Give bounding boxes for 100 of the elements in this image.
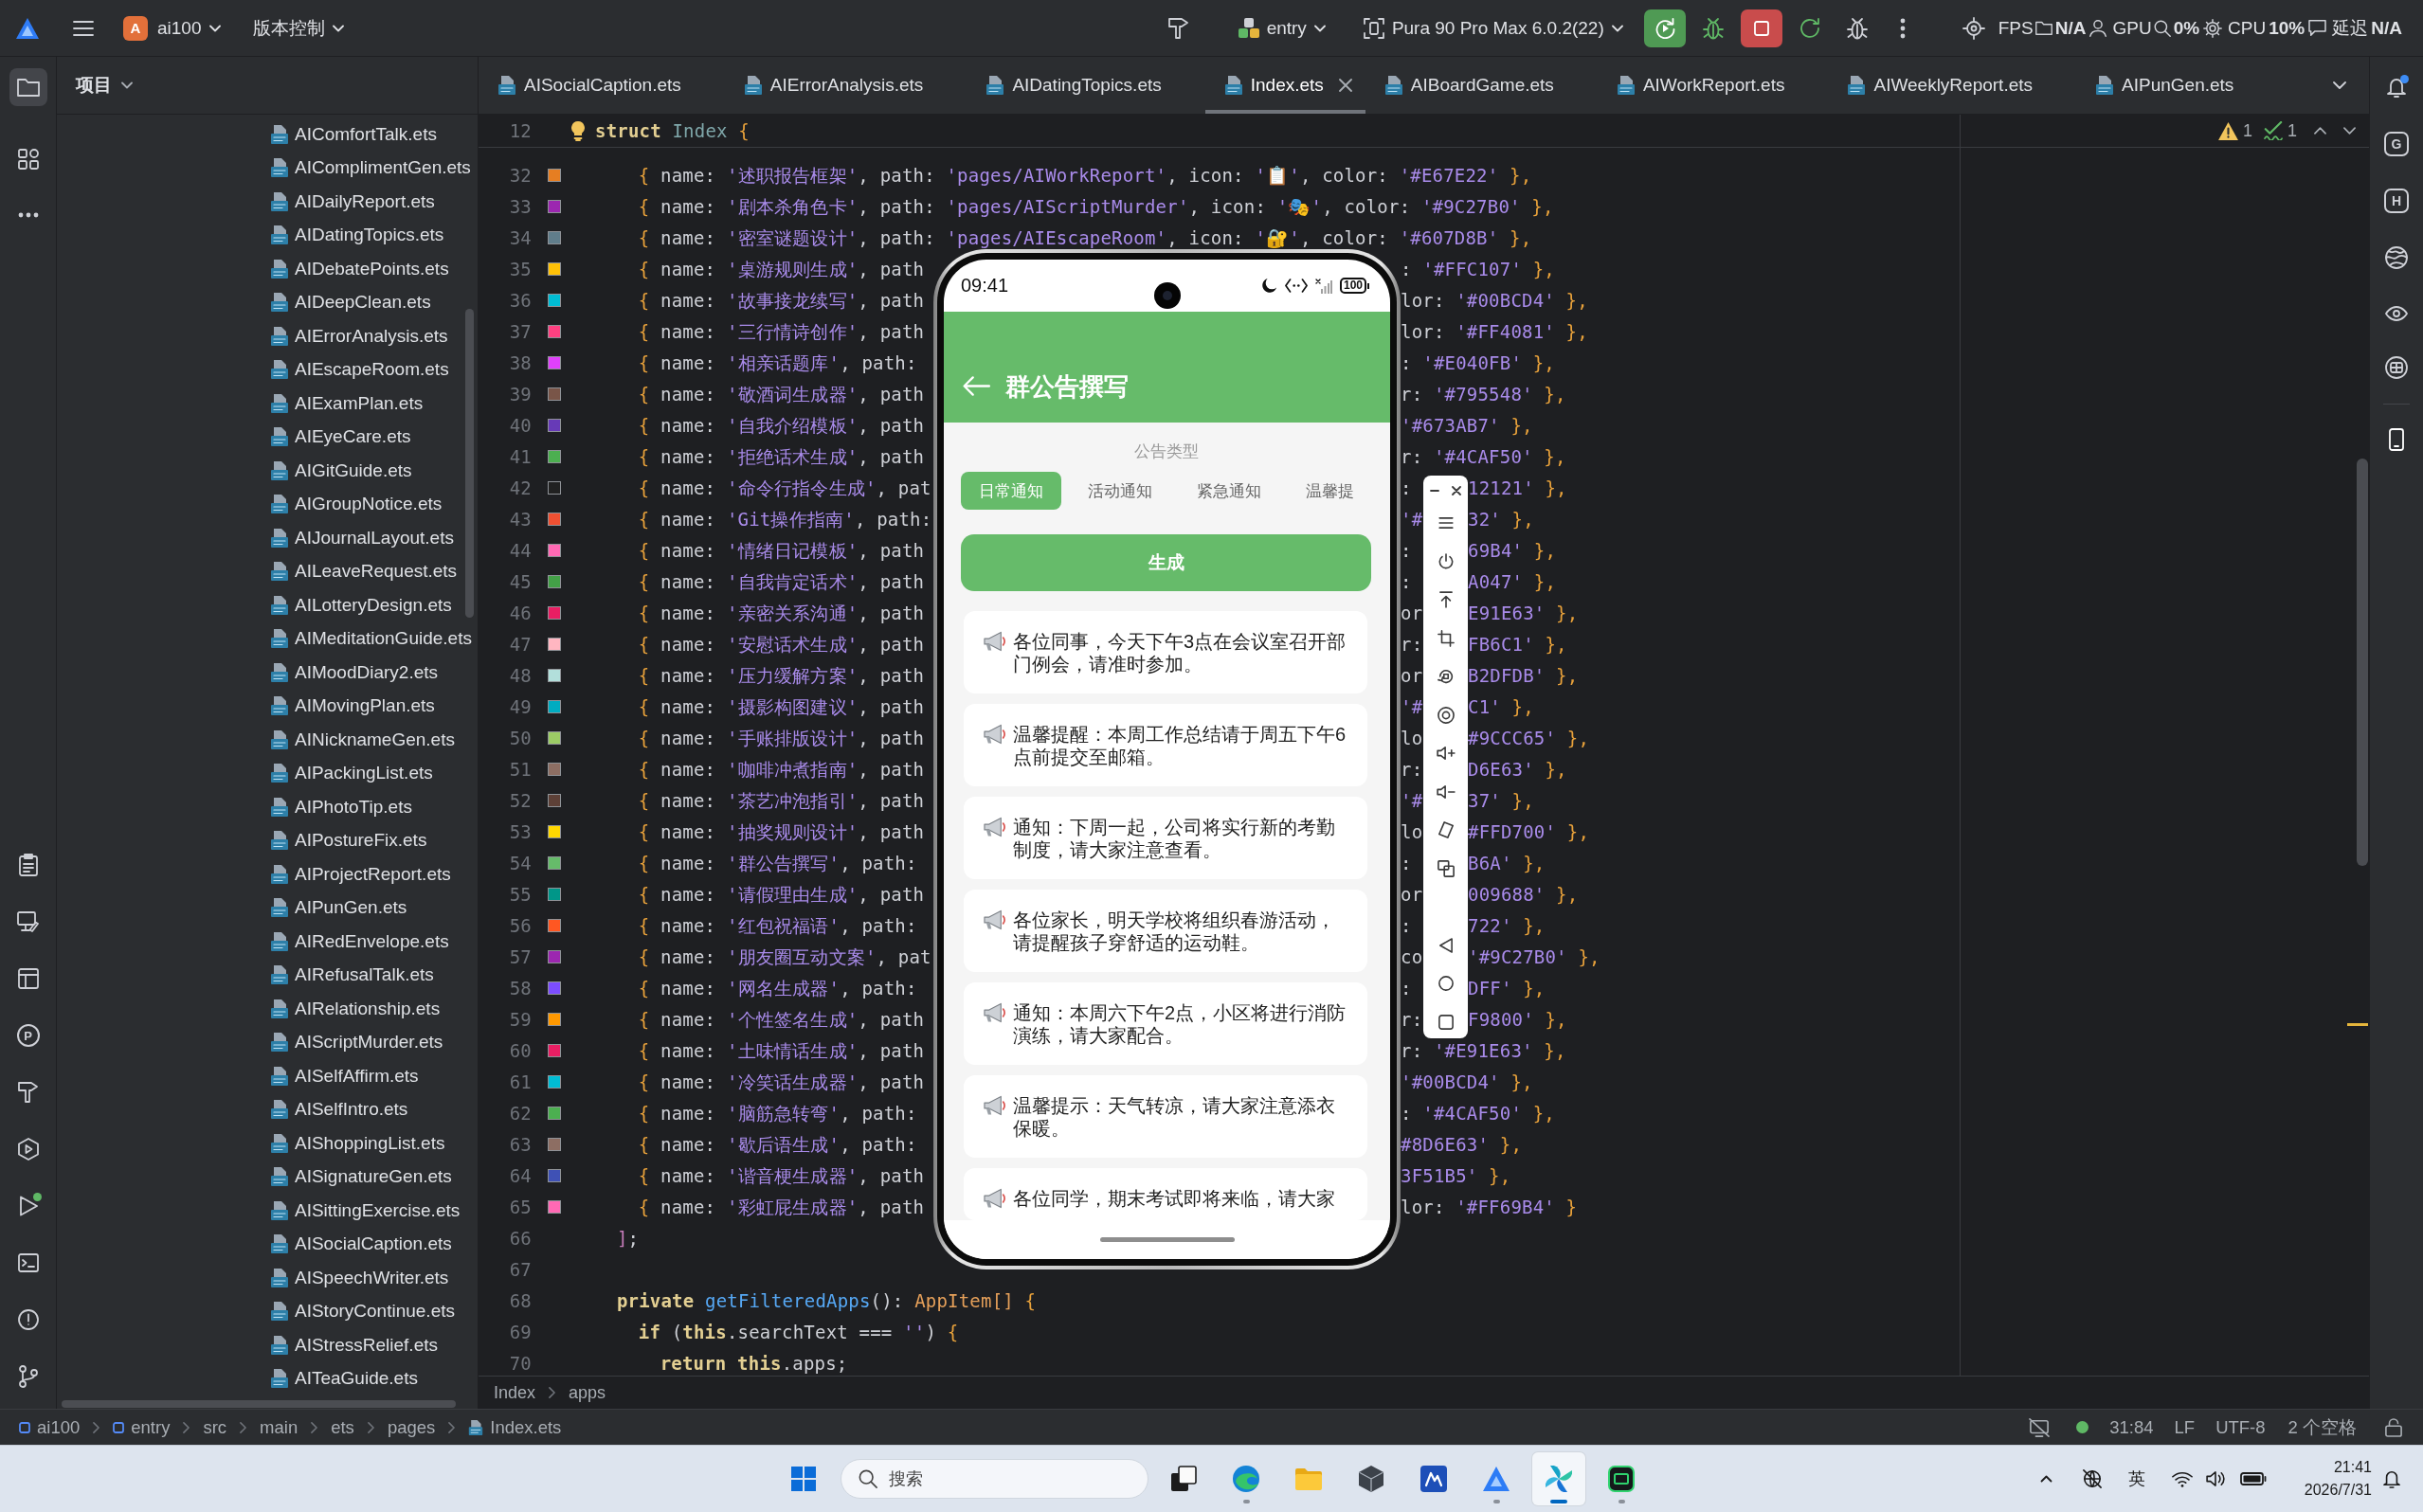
file-item[interactable]: AIRedEnvelope.ets [270, 925, 449, 959]
file-item[interactable]: AINicknameGen.ets [270, 723, 455, 757]
file-item[interactable]: AIComplimentGen.ets [270, 151, 471, 185]
notice-card[interactable]: 各位家长，明天学校将组织春游活动，请提醒孩子穿舒适的运动鞋。 [964, 890, 1367, 972]
sidebar-button[interactable] [9, 68, 47, 106]
file-item[interactable]: AISocialCaption.ets [270, 1227, 452, 1261]
scrollbar[interactable] [2357, 459, 2368, 866]
editor-tab[interactable]: AISocialCaption.ets [479, 57, 725, 114]
file-item[interactable]: AIProjectReport.ets [270, 857, 451, 891]
file-item[interactable]: AIRefusalTalk.ets [270, 958, 434, 992]
play-icon[interactable] [18, 1196, 38, 1216]
rotate-arrow-icon[interactable] [1437, 668, 1455, 686]
battery-icon[interactable] [2239, 1472, 2267, 1485]
file-item[interactable]: AISelfAffirm.ets [270, 1059, 419, 1093]
lightbulb-icon[interactable] [570, 120, 586, 141]
input-method[interactable]: 英 [2127, 1467, 2145, 1490]
bug-icon[interactable] [1702, 16, 1724, 40]
file-item[interactable]: AIExamPlan.ets [270, 387, 424, 421]
hammer-icon[interactable] [17, 1081, 39, 1104]
more-icon[interactable] [17, 212, 39, 218]
file-item[interactable]: AIJournalLayout.ets [270, 521, 454, 555]
project-selector[interactable]: ai100 [152, 9, 226, 47]
stop-button[interactable] [1740, 9, 1782, 47]
file-item[interactable]: AIRelationship.ets [270, 992, 441, 1026]
speaker-minus-icon[interactable] [1436, 783, 1456, 800]
type-chip[interactable]: 温馨提 [1288, 472, 1372, 510]
notice-card[interactable]: 通知：下周一起，公司将实行新的考勤制度，请大家注意查看。 [964, 797, 1367, 879]
arrow-up-bar-icon[interactable] [1438, 591, 1453, 609]
folder-icon[interactable] [2034, 21, 2052, 35]
notice-card[interactable]: 各位同事，今天下午3点在会议室召开部门例会，请准时参加。 [964, 611, 1367, 693]
scrollbar[interactable] [465, 309, 474, 618]
wifi-icon[interactable] [2171, 1470, 2193, 1487]
breadcrumb-item[interactable]: Index.ets [490, 1416, 562, 1438]
ring-icon[interactable] [1437, 706, 1455, 724]
close-icon[interactable] [1452, 486, 1461, 495]
caret-icon[interactable] [2333, 81, 2346, 89]
stripe-marker-icon[interactable] [2347, 1023, 2368, 1026]
encoding[interactable]: UTF-8 [2215, 1416, 2266, 1438]
circular-arrow-icon[interactable] [1799, 17, 1820, 39]
editor-tab[interactable]: AIErrorAnalysis.ets [724, 57, 967, 114]
file-item[interactable]: AIGitGuide.ets [270, 454, 412, 488]
editor-tab[interactable]: AIBoardGame.ets [1365, 57, 1598, 114]
device-selector[interactable]: Pura 90 Pro Max 6.0.2(22) [1357, 9, 1629, 47]
breadcrumb-item[interactable]: main [260, 1416, 298, 1438]
file-item[interactable]: AIDatingTopics.ets [270, 218, 444, 252]
file-item[interactable]: AIMoodDiary2.ets [270, 656, 438, 690]
menu-icon[interactable] [1438, 517, 1454, 530]
file-item[interactable]: AIPhotoTip.ets [270, 790, 412, 824]
file-item[interactable]: AIStressRelief.ets [270, 1328, 438, 1362]
tilted-phone-icon[interactable] [1437, 821, 1455, 839]
two-windows-icon[interactable] [1437, 859, 1455, 877]
chevron-down-icon[interactable] [2343, 127, 2356, 135]
triangle-logo-icon[interactable] [16, 17, 39, 39]
clipboard-icon[interactable] [18, 854, 38, 876]
file-item[interactable]: AITeaGuide.ets [270, 1361, 418, 1395]
eye-icon[interactable] [2385, 306, 2408, 321]
indent-setting[interactable]: 2 个空格 [2287, 1415, 2357, 1439]
file-item[interactable]: AIPackingList.ets [270, 756, 433, 790]
file-item[interactable]: AIPunGen.ets [270, 891, 407, 925]
file-item[interactable]: AIShoppingList.ets [270, 1126, 445, 1161]
scrollbar[interactable] [62, 1400, 456, 1408]
tool-window-button[interactable]: G [2384, 132, 2409, 156]
file-item[interactable]: AIStoryContinue.ets [270, 1294, 455, 1328]
more-icon[interactable] [1899, 17, 1906, 39]
editor-tab[interactable]: AIWorkReport.ets [1597, 57, 1829, 114]
four-squares-icon[interactable] [791, 1467, 816, 1491]
speaker-plus-icon[interactable] [1436, 746, 1456, 762]
line-ending[interactable]: LF [2174, 1416, 2196, 1438]
notice-card[interactable]: 通知：本周六下午2点，小区将进行消防演练，请大家配合。 [964, 982, 1367, 1065]
person-icon[interactable] [2089, 19, 2107, 37]
crosshair-icon[interactable] [1962, 16, 1985, 40]
file-item[interactable]: AIDeepClean.ets [270, 285, 431, 319]
triangle-icon[interactable] [1438, 937, 1453, 953]
branch-icon[interactable] [18, 1365, 38, 1388]
file-item[interactable]: AIGroupNotice.ets [270, 487, 443, 521]
layout-icon[interactable] [17, 968, 39, 989]
module-selector[interactable]: entry [1232, 9, 1331, 47]
file-item[interactable]: AISittingExercise.ets [270, 1194, 461, 1228]
file-item[interactable]: AIEyeCare.ets [270, 420, 411, 454]
file-item[interactable]: AISignatureGen.ets [270, 1160, 452, 1194]
alert-icon[interactable] [17, 1309, 39, 1330]
warning-count[interactable]: 1 [2242, 120, 2252, 141]
file-item[interactable]: AIEscapeRoom.ets [270, 352, 449, 387]
terminal-icon[interactable] [17, 1253, 39, 1272]
breadcrumb-item[interactable]: Index [494, 1382, 536, 1403]
profiler-button[interactable]: P [16, 1024, 40, 1047]
clock-date[interactable]: 2026/7/31 [2304, 1479, 2372, 1502]
file-item[interactable]: AISpeechWriter.ets [270, 1261, 449, 1295]
file-item[interactable]: AIComfortTalk.ets [270, 117, 437, 152]
file-item[interactable]: AIMeditationGuide.ets [270, 621, 472, 656]
editor-tab[interactable]: AIWeeklyReport.ets [1828, 57, 2077, 114]
square-icon[interactable] [1438, 1014, 1454, 1030]
editor-tab[interactable]: AIPunGen.ets [2076, 57, 2278, 114]
breadcrumb-item[interactable]: src [203, 1416, 227, 1438]
notice-card[interactable]: 温馨提醒：本周工作总结请于周五下午6点前提交至邮箱。 [964, 704, 1367, 786]
file-item[interactable]: AIScriptMurder.ets [270, 1025, 443, 1059]
tool-window-button[interactable]: H [2384, 189, 2409, 213]
file-item[interactable]: AILotteryDesign.ets [270, 588, 452, 622]
clock-time[interactable]: 21:41 [2333, 1456, 2372, 1479]
file-item[interactable]: AIDebatePoints.ets [270, 252, 449, 286]
